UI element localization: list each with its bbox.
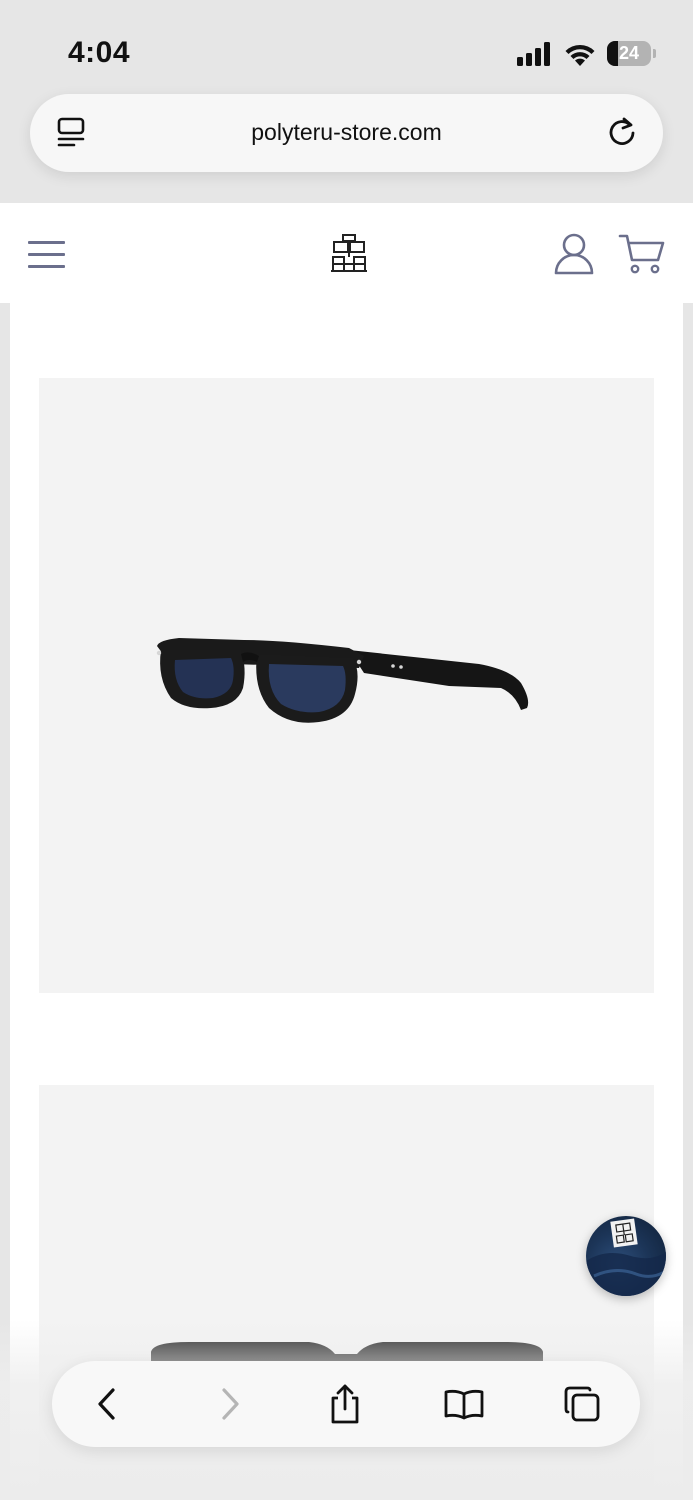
brand-logo[interactable] — [330, 233, 368, 275]
url-text[interactable]: polyteru-store.com — [30, 119, 663, 146]
share-icon[interactable] — [323, 1382, 367, 1426]
reload-icon[interactable] — [604, 114, 640, 150]
floating-chat-button[interactable] — [586, 1216, 666, 1296]
battery-level: 24 — [618, 43, 640, 63]
status-bar: 4:04 24 — [0, 0, 693, 90]
status-time: 4:04 — [68, 36, 131, 69]
address-bar[interactable]: polyteru-store.com — [30, 94, 663, 172]
chevron-left-icon[interactable] — [86, 1382, 130, 1426]
browser-toolbar — [52, 1361, 640, 1447]
wifi-icon — [563, 40, 597, 68]
user-icon[interactable] — [552, 233, 596, 275]
battery-icon: 24 — [607, 41, 656, 68]
eyeglasses-image — [156, 638, 529, 723]
product-image[interactable] — [39, 378, 654, 993]
book-icon[interactable] — [442, 1382, 486, 1426]
hamburger-icon[interactable] — [28, 239, 66, 269]
site-header — [0, 203, 693, 303]
tabs-icon[interactable] — [560, 1382, 604, 1426]
cellular-signal-icon — [517, 42, 553, 66]
cart-icon[interactable] — [618, 233, 666, 275]
chevron-right-icon[interactable] — [207, 1382, 251, 1426]
